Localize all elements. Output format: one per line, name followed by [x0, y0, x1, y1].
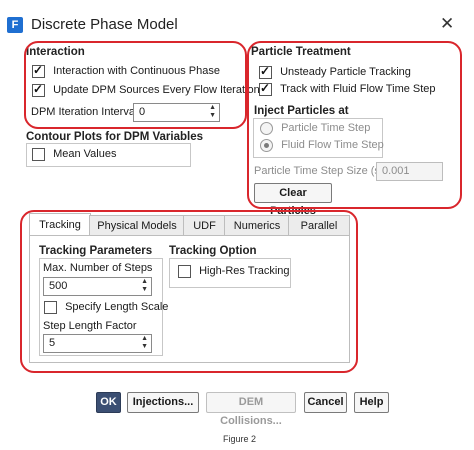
close-icon[interactable]: ✕: [440, 14, 454, 34]
help-button[interactable]: Help: [354, 392, 389, 413]
highlight-outline-interaction: [24, 41, 247, 129]
ok-button[interactable]: OK: [96, 392, 121, 413]
app-icon: F: [7, 17, 23, 33]
mean-values-checkbox[interactable]: Mean Values: [32, 148, 116, 161]
cancel-button[interactable]: Cancel: [304, 392, 347, 413]
checkbox-icon: [32, 148, 45, 161]
dem-collisions-button[interactable]: DEM Collisions...: [206, 392, 296, 427]
contour-title: Contour Plots for DPM Variables: [26, 131, 203, 143]
highlight-outline-tracking-tab: [20, 210, 358, 373]
highlight-outline-particle-treatment: [247, 41, 462, 209]
figure-caption: Figure 2: [223, 434, 257, 444]
injections-button[interactable]: Injections...: [127, 392, 199, 413]
window-title: Discrete Phase Model: [31, 16, 178, 33]
mean-values-label: Mean Values: [53, 148, 117, 161]
